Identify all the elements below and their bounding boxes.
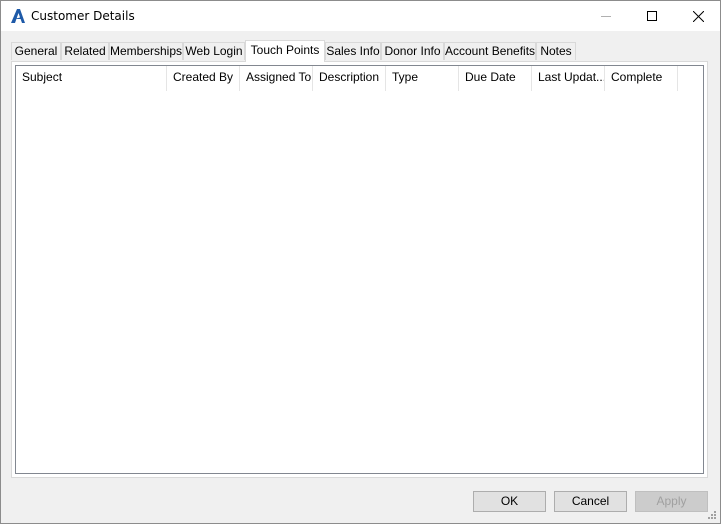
column-header-type[interactable]: Type (386, 66, 459, 91)
tab-web-login[interactable]: Web Login (183, 42, 245, 60)
tab-touch-points[interactable]: Touch Points (245, 40, 325, 62)
window-title: Customer Details (31, 9, 135, 23)
minimize-icon (601, 16, 611, 17)
column-header-assigned-to[interactable]: Assigned To (240, 66, 313, 91)
column-header-created-by[interactable]: Created By (167, 66, 240, 91)
minimize-button[interactable] (583, 1, 629, 31)
title-bar[interactable]: Customer Details (1, 1, 720, 31)
customer-details-window: Customer Details General Related Members… (0, 0, 721, 524)
tab-notes[interactable]: Notes (536, 42, 576, 60)
list-header: Subject Created By Assigned To Descripti… (16, 66, 703, 91)
column-header-due-date[interactable]: Due Date (459, 66, 532, 91)
tab-strip: General Related Memberships Web Login To… (11, 40, 711, 62)
app-logo-icon (11, 9, 25, 23)
tab-donor-info[interactable]: Donor Info (381, 42, 444, 60)
tab-related[interactable]: Related (61, 42, 109, 60)
cancel-button[interactable]: Cancel (554, 491, 627, 512)
resize-grip-icon[interactable] (707, 510, 717, 520)
tab-memberships[interactable]: Memberships (109, 42, 183, 60)
ok-button[interactable]: OK (473, 491, 546, 512)
close-button[interactable] (675, 1, 721, 31)
tab-account-benefits[interactable]: Account Benefits (444, 42, 536, 60)
tab-general[interactable]: General (11, 42, 61, 60)
column-header-description[interactable]: Description (313, 66, 386, 91)
column-header-complete[interactable]: Complete (605, 66, 678, 91)
maximize-button[interactable] (629, 1, 675, 31)
maximize-icon (647, 11, 657, 21)
tab-sales-info[interactable]: Sales Info (325, 42, 381, 60)
touch-points-list[interactable]: Subject Created By Assigned To Descripti… (15, 65, 704, 474)
column-header-subject[interactable]: Subject (16, 66, 167, 91)
touch-points-panel: Subject Created By Assigned To Descripti… (11, 61, 708, 478)
apply-button[interactable]: Apply (635, 491, 708, 512)
column-header-last-updated[interactable]: Last Updat... (532, 66, 605, 91)
close-icon (692, 10, 704, 22)
